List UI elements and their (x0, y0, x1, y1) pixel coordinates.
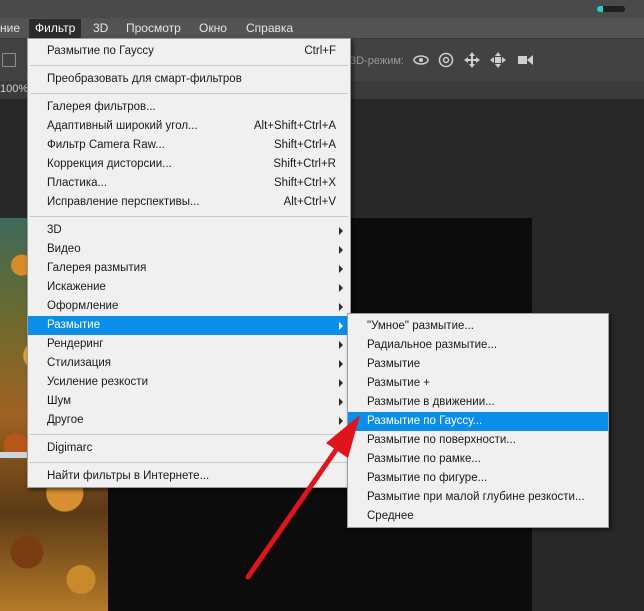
annotation-arrow-shaft (245, 444, 341, 580)
annotation-arrow-head (326, 415, 360, 458)
annotation-arrow (245, 415, 360, 580)
